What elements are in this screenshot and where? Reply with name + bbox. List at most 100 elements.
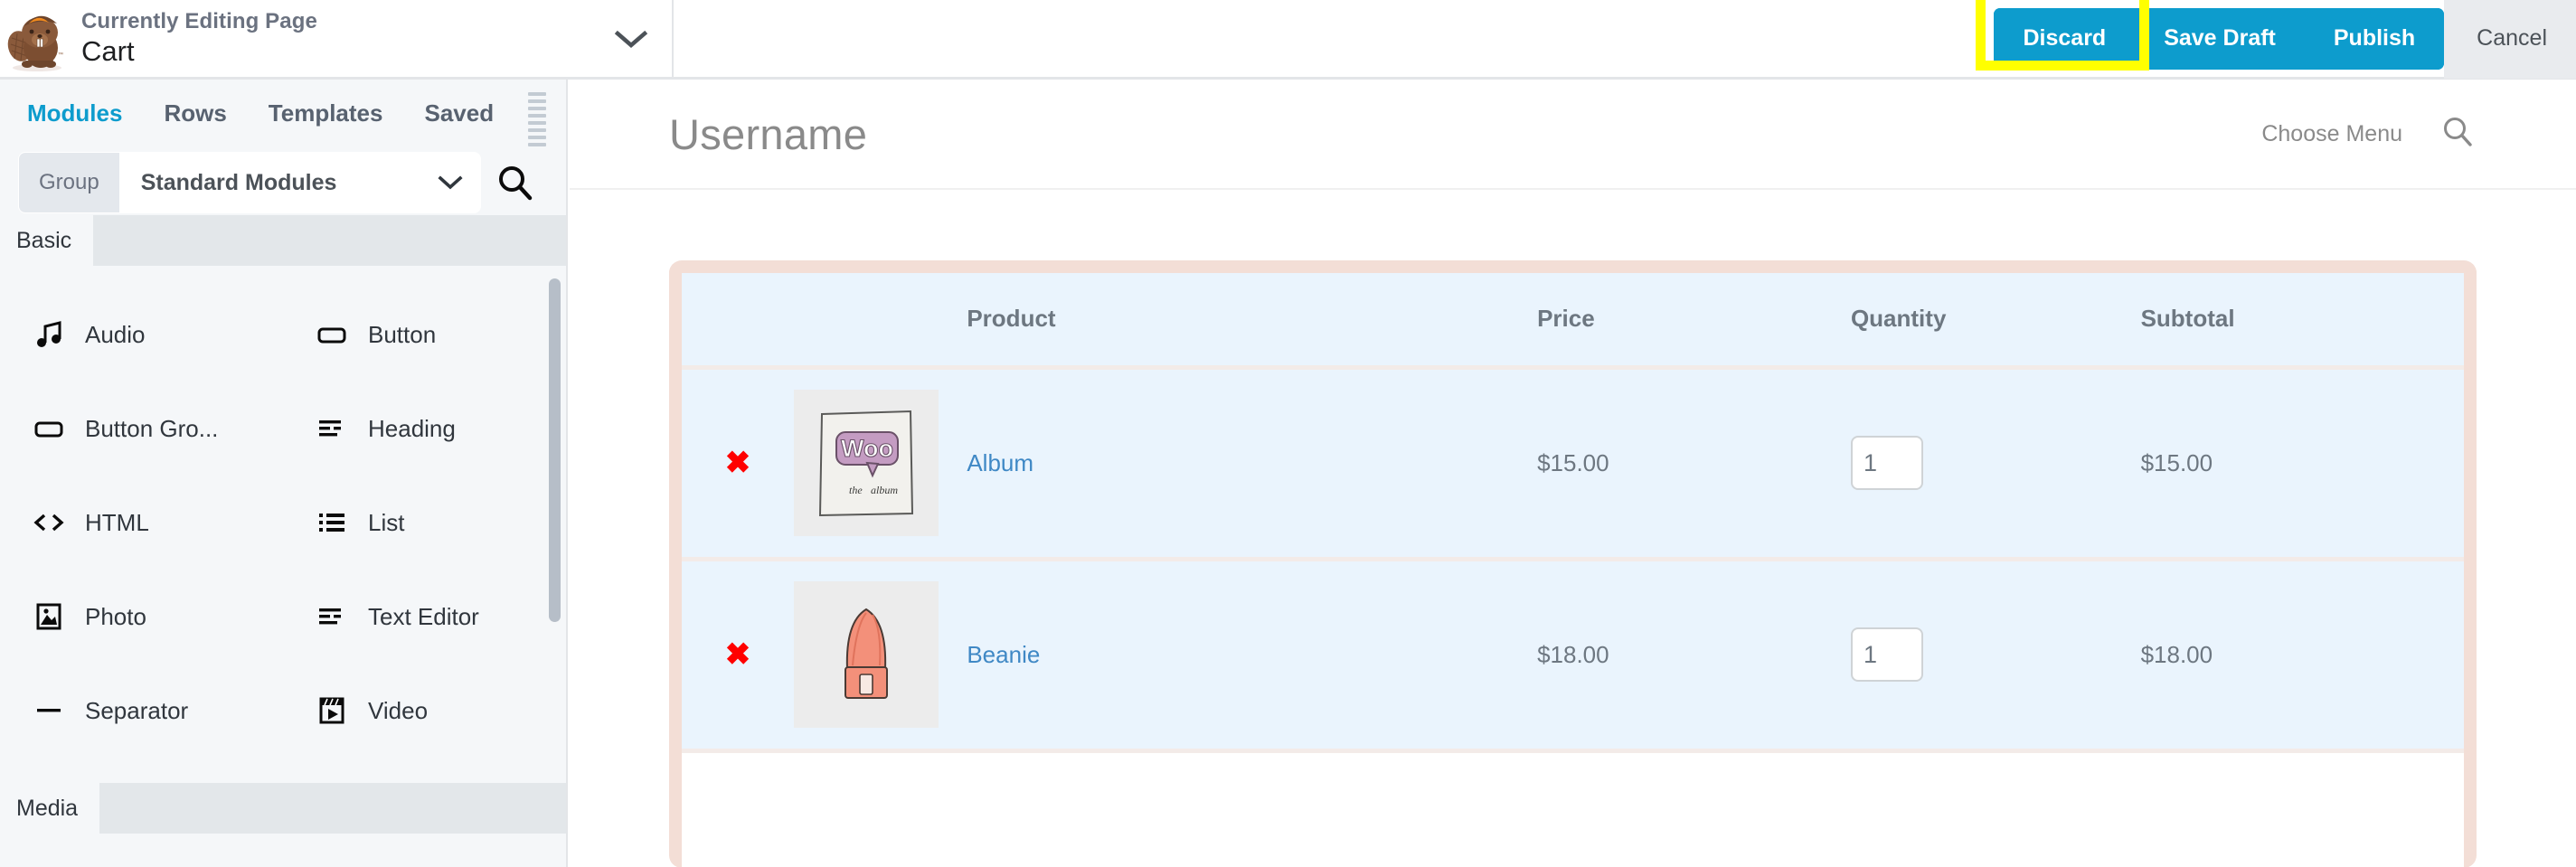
chevron-down-icon[interactable]: [590, 28, 672, 50]
cart-row-price: $18.00: [1537, 559, 1851, 753]
table-row: ✖ Woo the album Album $15.00 1 $15.00: [682, 367, 2464, 561]
svg-text:™: ™: [58, 52, 63, 58]
module-label: Photo: [85, 602, 146, 630]
site-header: Username Choose Menu: [570, 80, 2576, 190]
svg-text:album: album: [871, 484, 898, 496]
cart-row-quantity-cell: [1850, 559, 2141, 753]
discard-button[interactable]: Discard: [1994, 7, 2136, 70]
sidebar-tabs: Modules Rows Templates Saved: [0, 80, 566, 146]
module-label: Text Editor: [368, 602, 479, 630]
site-title: Username: [669, 109, 868, 158]
header-thumb: [794, 273, 967, 370]
sidebar-scrollbar[interactable]: [549, 278, 561, 622]
module-item-video[interactable]: Video: [283, 664, 566, 758]
cart-row-thumb-cell: [794, 559, 967, 753]
remove-item-button[interactable]: ✖: [725, 639, 751, 670]
section-header-basic[interactable]: Basic: [0, 215, 566, 266]
publish-button[interactable]: Publish: [2304, 7, 2445, 70]
text-lines-icon: [316, 600, 348, 633]
quantity-input[interactable]: [1850, 627, 1923, 682]
header-quantity: Quantity: [1850, 273, 2141, 370]
header-price: Price: [1537, 273, 1851, 370]
chevron-down-icon[interactable]: [420, 153, 480, 212]
product-link[interactable]: Beanie: [967, 641, 1040, 668]
editor-action-buttons: Discard Save Draft Publish: [1994, 7, 2445, 70]
cancel-button[interactable]: Cancel: [2444, 0, 2576, 79]
module-label: List: [368, 508, 405, 536]
module-item-audio[interactable]: Audio: [0, 287, 283, 382]
module-item-button[interactable]: Button: [283, 287, 566, 382]
cart-row-thumb-cell: Woo the album: [794, 367, 967, 561]
top-actions: Discard Save Draft Publish Cancel: [674, 0, 2576, 79]
module-label: Separator: [85, 696, 189, 724]
module-label: Video: [368, 696, 429, 724]
module-label: HTML: [85, 508, 149, 536]
module-item-photo[interactable]: Photo: [0, 570, 283, 664]
svg-text:the: the: [849, 484, 863, 496]
cart-row-remove-cell: ✖: [682, 559, 795, 753]
quantity-input[interactable]: [1850, 436, 1923, 490]
search-icon[interactable]: [2440, 115, 2475, 154]
cart-row-product-cell: Album: [967, 367, 1538, 561]
cart-container: Product Price Quantity Subtotal ✖ Woo th…: [669, 260, 2477, 867]
code-brackets-icon: [33, 506, 65, 539]
choose-menu-link[interactable]: Choose Menu: [2261, 121, 2402, 147]
tab-templates[interactable]: Templates: [269, 99, 383, 127]
cart-row-subtotal: $18.00: [2140, 559, 2464, 753]
separator-dash-icon: [33, 694, 65, 727]
video-clapper-icon: [316, 694, 348, 727]
search-icon[interactable]: [481, 163, 548, 203]
module-label: Button: [368, 320, 437, 348]
page-switcher[interactable]: ™ Currently Editing Page Cart: [0, 0, 674, 77]
module-item-text-editor[interactable]: Text Editor: [283, 570, 566, 664]
button-rect-icon: [316, 318, 348, 351]
module-grid: Audio Button Button Gro... Heading HTML …: [0, 266, 566, 776]
editor-sidebar: Modules Rows Templates Saved Group Stand…: [0, 80, 568, 867]
site-nav: Choose Menu: [2261, 115, 2475, 154]
panel-drag-handle-icon[interactable]: [528, 92, 546, 146]
group-filter-row: Group Standard Modules: [18, 150, 548, 215]
beaver-builder-logo: ™: [7, 5, 67, 73]
tab-rows[interactable]: Rows: [164, 99, 226, 127]
save-draft-button[interactable]: Save Draft: [2135, 7, 2305, 70]
top-bar: ™ Currently Editing Page Cart Discard Sa…: [0, 0, 2576, 80]
button-rect-icon: [33, 412, 65, 445]
header-product: Product: [967, 273, 1538, 370]
section-title-basic: Basic: [0, 215, 94, 266]
currently-editing-label: Currently Editing Page: [81, 8, 317, 33]
beanie-thumbnail[interactable]: [794, 581, 939, 728]
group-select[interactable]: Group Standard Modules: [18, 152, 481, 213]
cart-table: Product Price Quantity Subtotal ✖ Woo th…: [682, 273, 2464, 753]
group-selected-value: Standard Modules: [140, 169, 337, 195]
module-item-separator[interactable]: Separator: [0, 664, 283, 758]
module-item-html[interactable]: HTML: [0, 476, 283, 570]
tab-saved[interactable]: Saved: [424, 99, 494, 127]
svg-text:Woo: Woo: [841, 435, 893, 462]
module-item-list[interactable]: List: [283, 476, 566, 570]
album-thumbnail[interactable]: Woo the album: [794, 390, 939, 536]
header-subtotal: Subtotal: [2140, 273, 2464, 370]
module-label: Button Gro...: [85, 414, 219, 442]
section-header-media[interactable]: Media: [0, 783, 566, 834]
page-title-block: Currently Editing Page Cart: [81, 9, 590, 69]
cart-row-quantity-cell: [1850, 367, 2141, 561]
music-note-icon: [33, 318, 65, 351]
page-title: Cart: [81, 34, 135, 67]
remove-item-button[interactable]: ✖: [725, 448, 751, 478]
cart-row-product-cell: Beanie: [967, 559, 1538, 753]
cart-row-price: $15.00: [1537, 367, 1851, 561]
heading-lines-icon: [316, 412, 348, 445]
section-title-media: Media: [0, 783, 100, 834]
cart-row-remove-cell: ✖: [682, 367, 795, 561]
product-link[interactable]: Album: [967, 449, 1033, 476]
tab-modules[interactable]: Modules: [27, 99, 122, 127]
group-label: Group: [19, 153, 119, 212]
photo-icon: [33, 600, 65, 633]
cart-row-subtotal: $15.00: [2140, 367, 2464, 561]
module-label: Audio: [85, 320, 146, 348]
module-item-button-group[interactable]: Button Gro...: [0, 382, 283, 476]
module-item-heading[interactable]: Heading: [283, 382, 566, 476]
cart-table-header-row: Product Price Quantity Subtotal: [682, 273, 2464, 370]
module-label: Heading: [368, 414, 456, 442]
page-preview-canvas: Username Choose Menu Product Price Quant…: [570, 80, 2576, 867]
